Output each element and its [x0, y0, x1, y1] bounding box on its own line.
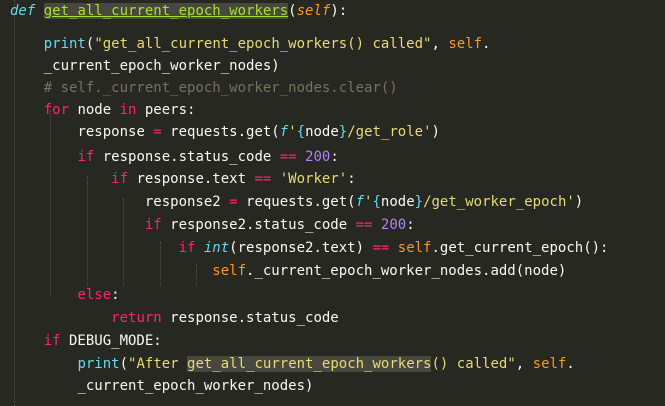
paren: ( — [288, 3, 297, 19]
keyword-if: if — [178, 240, 196, 256]
code-line-1[interactable]: def get_all_current_epoch_workers(self): — [10, 0, 347, 22]
keyword-if: if — [77, 149, 95, 165]
code-line-10[interactable]: if response2.status_code == 200: — [10, 214, 415, 236]
operator-assign: = — [229, 194, 238, 210]
fstring-expr: node — [380, 194, 415, 210]
string-highlight: get_all_current_epoch_workers — [187, 356, 432, 372]
code-line-16[interactable]: print("After get_all_current_epoch_worke… — [10, 353, 575, 375]
paren: ): — [330, 3, 348, 19]
keyword-if: if — [43, 333, 61, 349]
fstring-prefix: f — [355, 194, 365, 210]
code-line-9[interactable]: response2 = requests.get(f'{node}/get_wo… — [10, 191, 583, 213]
operator-eq: == — [355, 217, 373, 233]
code-text: requests.get( — [161, 124, 280, 140]
operator-eq: == — [372, 240, 390, 256]
code-line-13[interactable]: else: — [10, 284, 120, 306]
code-text: response — [77, 124, 154, 140]
builtin-print: print — [77, 356, 120, 372]
string-literal: "After — [128, 356, 188, 372]
attribute: _current_epoch_worker_nodes — [43, 58, 272, 74]
paren: ) — [271, 58, 280, 74]
string-literal: ' — [288, 124, 297, 140]
number-literal: 200 — [380, 217, 407, 233]
code-text: response.status_code — [94, 149, 280, 165]
builtin-print: print — [43, 36, 86, 52]
code-line-5[interactable]: for node in peers: — [10, 99, 196, 121]
paren: ( — [119, 356, 129, 372]
code-text: response.status_code — [161, 310, 339, 326]
code-line-6[interactable]: response = requests.get(f'{node}/get_rol… — [10, 121, 440, 143]
colon: : — [111, 287, 120, 303]
fstring-prefix: f — [279, 124, 289, 140]
code-text: ._current_epoch_worker_nodes.add(node) — [246, 263, 567, 279]
fstring-brace: { — [296, 124, 306, 140]
code-editor[interactable]: def get_all_current_epoch_workers(self):… — [0, 0, 665, 406]
self-ref: self — [212, 263, 247, 279]
code-text: response2.status_code — [161, 217, 356, 233]
keyword-in: in — [119, 102, 137, 118]
self-ref: self — [448, 36, 483, 52]
string-literal: /get_role' — [347, 124, 432, 140]
operator-assign: = — [153, 124, 162, 140]
keyword-return: return — [111, 310, 162, 326]
code-line-7[interactable]: if response.status_code == 200: — [10, 146, 339, 168]
code-text: peers: — [136, 102, 196, 118]
code-text: DEBUG_MODE: — [60, 333, 162, 349]
function-name: get_all_current_epoch_workers — [43, 3, 289, 19]
code-line-11[interactable]: if int(response2.text) == self.get_curre… — [10, 237, 609, 259]
keyword-if: if — [144, 217, 162, 233]
fstring-brace: { — [372, 194, 381, 210]
code-text: response.text — [128, 171, 255, 187]
builtin-int: int — [203, 240, 230, 256]
keyword-if: if — [111, 171, 129, 187]
code-text: (response2.text) — [229, 240, 373, 256]
operator-eq: == — [254, 171, 272, 187]
colon: : — [330, 149, 339, 165]
colon: : — [406, 217, 415, 233]
self-ref: self — [397, 240, 432, 256]
code-line-15[interactable]: if DEBUG_MODE: — [10, 330, 162, 352]
code-text: requests.get( — [237, 194, 356, 210]
comma: , — [515, 356, 533, 372]
self-ref: self — [532, 356, 567, 372]
param-self: self — [296, 3, 331, 19]
keyword-for: for — [43, 102, 70, 118]
keyword-def: def — [10, 3, 36, 19]
code-line-2[interactable]: print("get_all_current_epoch_workers() c… — [10, 33, 491, 55]
code-line-17[interactable]: _current_epoch_worker_nodes) — [10, 375, 313, 397]
string-literal: 'Worker' — [279, 171, 348, 187]
paren: ) — [431, 124, 440, 140]
comma: , — [431, 36, 449, 52]
code-line-14[interactable]: return response.status_code — [10, 307, 339, 329]
colon: : — [347, 171, 356, 187]
code-line-3[interactable]: _current_epoch_worker_nodes) — [10, 55, 280, 77]
code-line-4[interactable]: # self._current_epoch_worker_nodes.clear… — [10, 77, 398, 99]
string-literal: /get_worker_epoch' — [423, 194, 575, 210]
attribute: _current_epoch_worker_nodes — [77, 378, 306, 394]
keyword-else: else — [77, 287, 112, 303]
dot: . — [566, 356, 575, 372]
fstring-expr: node — [305, 124, 339, 140]
paren: ) — [574, 194, 584, 210]
code-line-12[interactable]: self._current_epoch_worker_nodes.add(nod… — [10, 260, 566, 282]
code-text: node — [69, 102, 120, 118]
comment: # self._current_epoch_worker_nodes.clear… — [43, 80, 398, 96]
string-literal: "get_all_current_epoch_workers() called" — [94, 36, 432, 52]
code-text: response2 — [144, 194, 230, 210]
paren: ) — [305, 378, 314, 394]
number-literal: 200 — [305, 149, 331, 165]
code-line-8[interactable]: if response.text == 'Worker': — [10, 168, 356, 190]
dot: . — [482, 36, 491, 52]
fstring-brace: } — [338, 124, 348, 140]
operator-eq: == — [279, 149, 297, 165]
code-text: .get_current_epoch(): — [431, 240, 609, 256]
fstring-brace: } — [414, 194, 424, 210]
string-literal: () called" — [431, 356, 516, 372]
